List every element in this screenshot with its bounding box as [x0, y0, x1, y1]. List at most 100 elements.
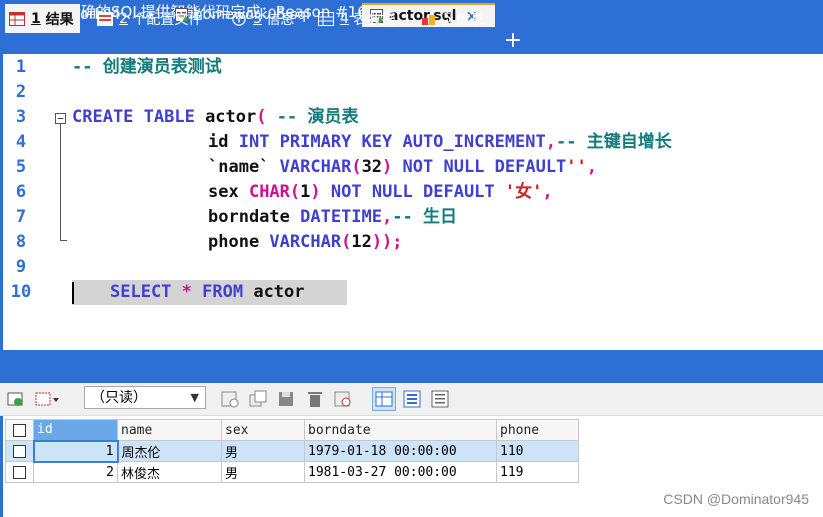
- code-token: actor: [205, 107, 257, 127]
- result-tab-info2[interactable]: 5 信息: [421, 4, 484, 33]
- cell-phone[interactable]: 119: [496, 461, 579, 483]
- code-token: -- 创建演员表测试: [72, 57, 222, 77]
- grid-icon: [9, 11, 25, 26]
- code-token: borndate: [208, 207, 301, 227]
- code-text: SELECT * FROM actor: [110, 280, 305, 305]
- line-number: 7: [15, 207, 27, 227]
- column-header-id[interactable]: id: [33, 419, 118, 441]
- code-token: ): [310, 182, 331, 202]
- cell-id[interactable]: 2: [33, 461, 118, 483]
- grid-header-row: id name sex borndate phone: [5, 419, 579, 441]
- code-line[interactable]: 3 CREATE TABLE actor( -- 演员表: [0, 105, 823, 130]
- result-grid[interactable]: id name sex borndate phone 1 周杰伦 男 1979-…: [5, 419, 579, 483]
- result-tab-tabledata[interactable]: 4 表数据: [318, 4, 395, 33]
- line-number: 5: [15, 157, 27, 177]
- code-token: NOT NULL DEFAULT: [330, 182, 505, 202]
- table-row[interactable]: 2 林俊杰 男 1981-03-27 00:00:00 119: [5, 461, 579, 483]
- code-token: -- 生日: [392, 207, 457, 227]
- result-tab-profiles[interactable]: 2 个配置文件: [97, 4, 202, 33]
- line-number: 6: [15, 182, 27, 202]
- code-line[interactable]: 7 borndate DATETIME,-- 生日: [0, 205, 823, 230]
- code-text: borndate DATETIME,-- 生日: [208, 205, 457, 230]
- info2-icon: [422, 14, 435, 25]
- line-number: 3: [15, 107, 27, 127]
- code-token: phone: [208, 232, 270, 252]
- cell-phone[interactable]: 110: [496, 440, 579, 462]
- code-token: `name`: [208, 157, 280, 177]
- row-checkbox[interactable]: [5, 440, 34, 462]
- cell-name[interactable]: 林俊杰: [117, 461, 222, 483]
- cell-borndate[interactable]: 1981-03-27 00:00:00: [304, 461, 497, 483]
- result-tab-label: 个配置文件: [132, 11, 203, 28]
- text-caret: [72, 282, 74, 304]
- code-line[interactable]: 6 sex CHAR(1) NOT NULL DEFAULT '女',: [0, 180, 823, 205]
- new-tab-button[interactable]: +: [503, 27, 523, 54]
- watermark: CSDN @Dominator945: [663, 491, 809, 507]
- line-number: 9: [15, 257, 27, 277]
- duplicate-row-icon[interactable]: [248, 389, 268, 409]
- code-token: ): [382, 157, 403, 177]
- form-view-icon[interactable]: [402, 389, 422, 409]
- code-line[interactable]: 10 SELECT * FROM actor: [0, 280, 823, 305]
- table-icon: [318, 11, 334, 26]
- code-token: '女': [504, 182, 543, 202]
- code-line[interactable]: 2: [0, 80, 823, 105]
- row-checkbox[interactable]: [5, 461, 34, 483]
- code-token: SELECT: [110, 282, 182, 302]
- view-mode-dropdown-icon[interactable]: [34, 389, 60, 409]
- code-token: -- 主键自增长: [556, 132, 672, 152]
- result-tab-bar: [0, 350, 823, 383]
- cell-id[interactable]: 1: [32, 439, 119, 463]
- save-icon[interactable]: [276, 389, 296, 409]
- code-token: actor: [253, 282, 305, 302]
- code-line[interactable]: 9: [0, 255, 823, 280]
- code-token: FROM: [202, 282, 254, 302]
- code-text: sex CHAR(1) NOT NULL DEFAULT '女',: [208, 180, 553, 205]
- chevron-down-icon: ▼: [190, 391, 199, 404]
- export-icon[interactable]: [6, 389, 26, 409]
- column-header-borndate[interactable]: borndate: [304, 419, 497, 441]
- text-view-icon[interactable]: [430, 389, 450, 409]
- add-row-icon[interactable]: [220, 389, 240, 409]
- code-token: ,: [586, 157, 598, 177]
- column-header-name[interactable]: name: [117, 419, 222, 441]
- code-line[interactable]: 5 `name` VARCHAR(32) NOT NULL DEFAULT'',: [0, 155, 823, 180]
- code-token: ,: [542, 182, 553, 202]
- delete-icon[interactable]: [305, 389, 325, 409]
- result-tab-label: 结果: [45, 11, 74, 28]
- column-header-sex[interactable]: sex: [221, 419, 305, 441]
- result-tab-label: 信息: [266, 11, 295, 28]
- select-all-checkbox[interactable]: [5, 419, 34, 441]
- code-token: ,: [545, 132, 557, 152]
- refresh-icon[interactable]: [333, 389, 353, 409]
- cell-sex[interactable]: 男: [221, 461, 305, 483]
- column-header-phone[interactable]: phone: [496, 419, 579, 441]
- code-token: sex: [208, 182, 249, 202]
- code-text: CREATE TABLE actor( -- 演员表: [72, 105, 358, 130]
- profile-icon: [97, 11, 113, 26]
- grid-view-icon[interactable]: [372, 387, 396, 411]
- cell-name[interactable]: 周杰伦: [117, 440, 222, 462]
- code-text: phone VARCHAR(12));: [208, 230, 403, 255]
- readonly-select[interactable]: （只读） ▼: [84, 386, 206, 409]
- line-number: 1: [15, 57, 27, 77]
- result-tab-results[interactable]: 1 结果: [5, 4, 80, 33]
- code-line[interactable]: 8 phone VARCHAR(12));: [0, 230, 823, 255]
- cell-borndate[interactable]: 1979-01-18 00:00:00: [304, 440, 497, 462]
- code-token: (: [351, 157, 362, 177]
- code-token: (: [256, 107, 277, 127]
- table-row[interactable]: 1 周杰伦 男 1979-01-18 00:00:00 110: [5, 439, 579, 463]
- code-token: DATETIME: [300, 207, 383, 227]
- code-token: 12: [351, 232, 372, 252]
- checkbox-icon: [13, 465, 26, 479]
- line-number: 4: [15, 132, 27, 152]
- code-line[interactable]: 4 id INT PRIMARY KEY AUTO_INCREMENT,-- 主键…: [0, 130, 823, 155]
- code-token: -- 演员表: [276, 107, 359, 127]
- code-token: id: [208, 132, 239, 152]
- code-token: NOT NULL DEFAULT: [402, 157, 567, 177]
- code-token: CHAR: [248, 182, 290, 202]
- code-line[interactable]: 1 -- 创建演员表测试: [0, 55, 823, 80]
- result-tab-num: 1: [31, 10, 41, 27]
- cell-sex[interactable]: 男: [221, 440, 305, 462]
- result-tab-info[interactable]: 3 信息: [231, 4, 294, 33]
